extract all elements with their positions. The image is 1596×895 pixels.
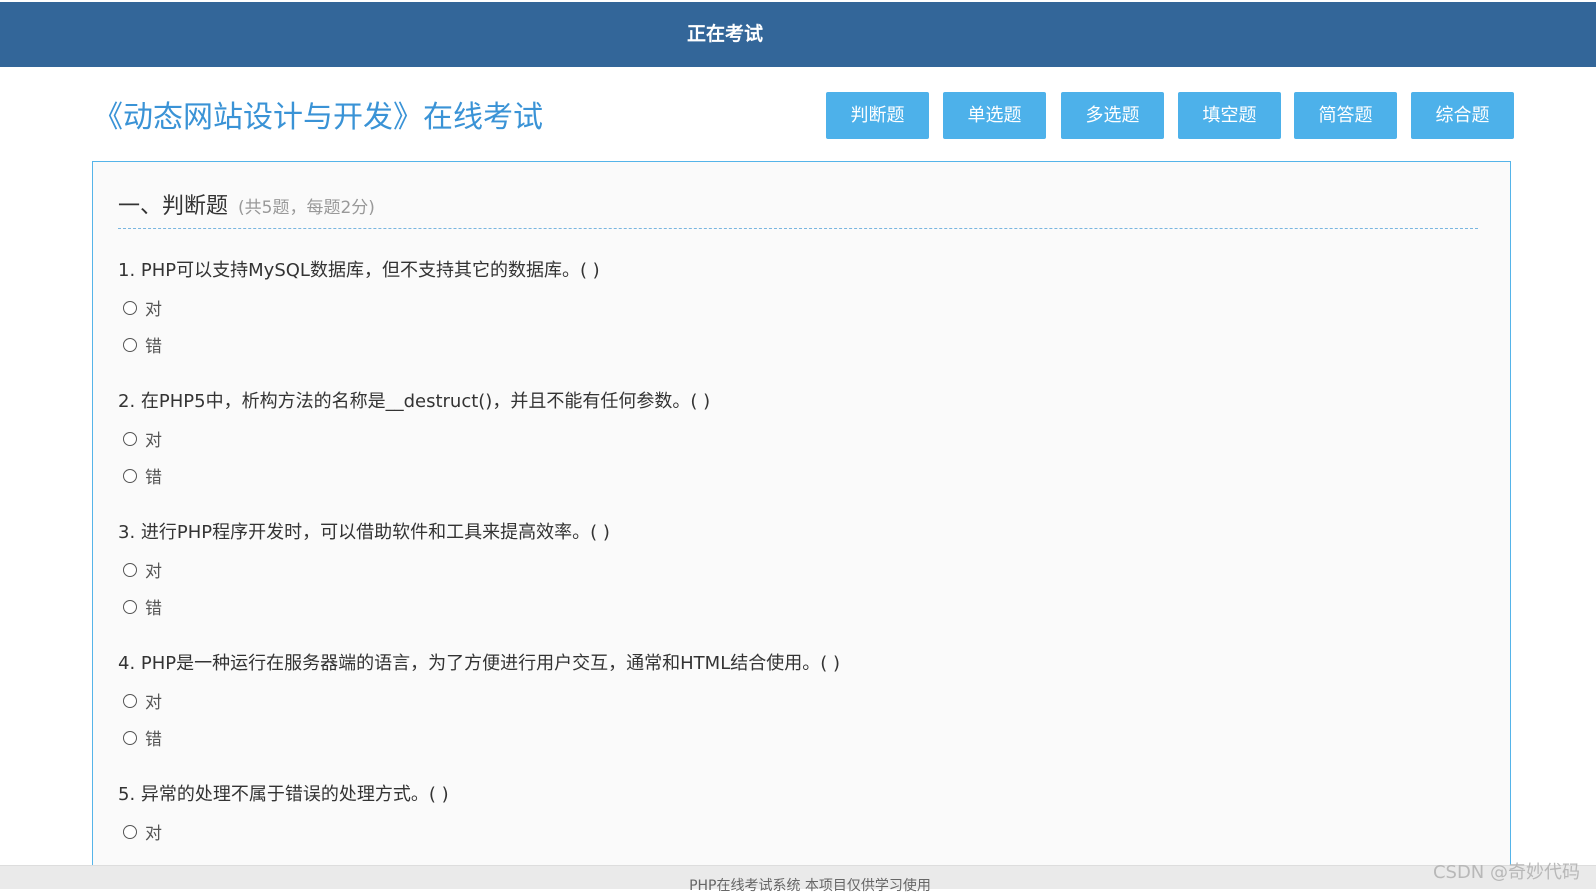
- question-text: 5. 异常的处理不属于错误的处理方式。( ): [118, 784, 449, 805]
- exam-panel: 一、判断题 (共5题，每题2分) 1. PHP可以支持MySQL数据库，但不支持其…: [92, 161, 1511, 888]
- question-text: 1. PHP可以支持MySQL数据库，但不支持其它的数据库。( ): [118, 260, 600, 281]
- section-note: (共5题，每题2分): [238, 198, 375, 218]
- question-text: 2. 在PHP5中，析构方法的名称是__destruct()，并且不能有任何参数…: [118, 391, 711, 412]
- section-header: 一、判断题 (共5题，每题2分): [118, 188, 1478, 229]
- option-false[interactable]: 错: [123, 728, 162, 752]
- csdn-watermark: CSDN @奇妙代码: [1432, 862, 1580, 883]
- radio-button[interactable]: [123, 563, 137, 577]
- question-item: 5. 异常的处理不属于错误的处理方式。( ) 对: [118, 783, 1478, 844]
- nav-button-comprehensive[interactable]: 综合题: [1411, 92, 1514, 139]
- header-title: 正在考试: [686, 23, 763, 45]
- option-true[interactable]: 对: [123, 822, 162, 846]
- option-true[interactable]: 对: [123, 429, 162, 453]
- option-false[interactable]: 错: [123, 466, 162, 490]
- exam-title: 《动态网站设计与开发》在线考试: [93, 100, 543, 135]
- option-label: 对: [145, 824, 162, 844]
- option-label: 错: [145, 468, 162, 488]
- radio-button[interactable]: [123, 301, 137, 315]
- nav-button-single-choice[interactable]: 单选题: [943, 92, 1046, 139]
- nav-button-short-answer[interactable]: 简答题: [1294, 92, 1397, 139]
- question-item: 4. PHP是一种运行在服务器端的语言，为了方便进行用户交互，通常和HTML结合…: [118, 652, 1478, 750]
- radio-button[interactable]: [123, 338, 137, 352]
- option-label: 对: [145, 693, 162, 713]
- question-text: 3. 进行PHP程序开发时，可以借助软件和工具来提高效率。( ): [118, 522, 610, 543]
- radio-button[interactable]: [123, 469, 137, 483]
- radio-button[interactable]: [123, 600, 137, 614]
- nav-button-fill-blank[interactable]: 填空题: [1178, 92, 1281, 139]
- option-label: 错: [145, 599, 162, 619]
- option-label: 对: [145, 562, 162, 582]
- radio-button[interactable]: [123, 825, 137, 839]
- question-item: 2. 在PHP5中，析构方法的名称是__destruct()，并且不能有任何参数…: [118, 390, 1478, 488]
- option-false[interactable]: 错: [123, 335, 162, 359]
- option-label: 对: [145, 300, 162, 320]
- radio-button[interactable]: [123, 694, 137, 708]
- footer-text: PHP在线考试系统 本项目仅供学习使用: [689, 878, 931, 894]
- section-title: 一、判断题: [118, 194, 229, 219]
- question-text: 4. PHP是一种运行在服务器端的语言，为了方便进行用户交互，通常和HTML结合…: [118, 653, 840, 674]
- option-true[interactable]: 对: [123, 298, 162, 322]
- option-label: 错: [145, 337, 162, 357]
- question-item: 3. 进行PHP程序开发时，可以借助软件和工具来提高效率。( ) 对 错: [118, 521, 1478, 619]
- option-label: 错: [145, 730, 162, 750]
- radio-button[interactable]: [123, 731, 137, 745]
- option-true[interactable]: 对: [123, 691, 162, 715]
- option-false[interactable]: 错: [123, 597, 162, 621]
- question-item: 1. PHP可以支持MySQL数据库，但不支持其它的数据库。( ) 对 错: [118, 259, 1478, 357]
- top-header-bar: 正在考试: [0, 2, 1596, 67]
- radio-button[interactable]: [123, 432, 137, 446]
- nav-button-judgement[interactable]: 判断题: [826, 92, 929, 139]
- option-true[interactable]: 对: [123, 560, 162, 584]
- nav-button-multiple-choice[interactable]: 多选题: [1061, 92, 1164, 139]
- option-label: 对: [145, 431, 162, 451]
- footer: PHP在线考试系统 本项目仅供学习使用: [0, 865, 1596, 894]
